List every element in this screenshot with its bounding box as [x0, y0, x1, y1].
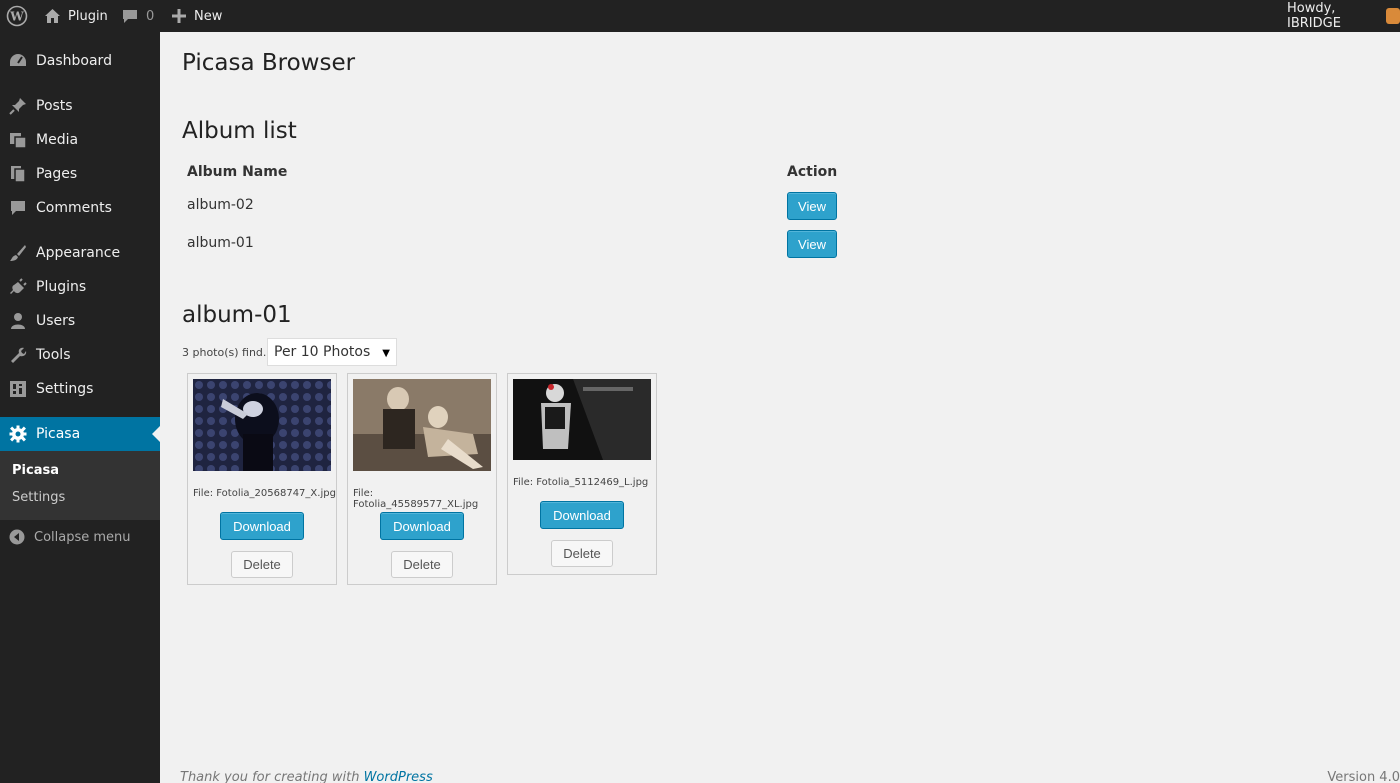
admin-bar: W Plugin 0 New Howdy, IBRIDGE: [0, 0, 1400, 32]
footer-thanks: Thank you for creating with WordPress: [180, 770, 433, 783]
album-list-heading: Album list: [182, 118, 297, 144]
collapse-icon: [0, 529, 34, 545]
user-icon: [0, 312, 36, 330]
home-icon: [44, 8, 61, 24]
wordpress-logo-icon[interactable]: W: [6, 0, 28, 32]
album-name-cell: album-01: [187, 235, 254, 251]
picasa-submenu: Picasa Settings: [0, 451, 160, 520]
column-header-album-name: Album Name: [187, 164, 288, 180]
menu-dashboard[interactable]: Dashboard: [0, 44, 160, 78]
menu-settings[interactable]: Settings: [0, 372, 160, 406]
menu-posts[interactable]: Posts: [0, 89, 160, 123]
download-button[interactable]: Download: [540, 501, 624, 529]
photo-filename: File: Fotolia_5112469_L.jpg: [513, 477, 649, 488]
media-icon: [0, 131, 36, 149]
menu-users[interactable]: Users: [0, 304, 160, 338]
wrench-icon: [0, 346, 36, 364]
photo-count-text: 3 photo(s) find.: [182, 346, 267, 359]
menu-comments[interactable]: Comments: [0, 191, 160, 225]
photo-thumbnail[interactable]: [193, 379, 331, 471]
collapse-menu-button[interactable]: Collapse menu: [0, 525, 160, 549]
new-content-link[interactable]: New: [172, 0, 222, 32]
photo-thumbnail[interactable]: [353, 379, 491, 471]
delete-button[interactable]: Delete: [391, 551, 453, 578]
footer-version: Version 4.0: [1327, 770, 1400, 783]
settings-icon: [0, 380, 36, 398]
view-album-button[interactable]: View: [787, 230, 837, 258]
menu-tools[interactable]: Tools: [0, 338, 160, 372]
comment-icon: [0, 199, 36, 217]
page-title: Picasa Browser: [182, 50, 356, 76]
view-album-button[interactable]: View: [787, 192, 837, 220]
pin-icon: [0, 97, 36, 115]
site-name-link[interactable]: Plugin: [44, 0, 108, 32]
collapse-label: Collapse menu: [34, 529, 131, 545]
howdy-text: Howdy, IBRIDGE: [1287, 1, 1341, 31]
comments-count: 0: [146, 8, 155, 24]
menu-pages[interactable]: Pages: [0, 157, 160, 191]
submenu-picasa[interactable]: Picasa: [12, 463, 59, 478]
menu-plugins[interactable]: Plugins: [0, 270, 160, 304]
download-button[interactable]: Download: [380, 512, 464, 540]
dropdown-arrow-icon: ▼: [382, 348, 390, 359]
download-button[interactable]: Download: [220, 512, 304, 540]
plus-icon: [172, 9, 186, 23]
photo-filename: File: Fotolia_45589577_XL.jpg: [353, 488, 479, 510]
account-link[interactable]: Howdy, IBRIDGE: [1287, 0, 1400, 32]
avatar: [1385, 8, 1400, 24]
svg-text:W: W: [9, 10, 24, 24]
plug-icon: [0, 278, 36, 296]
album-name-cell: album-02: [187, 197, 254, 213]
comment-icon: [122, 9, 138, 24]
brush-icon: [0, 244, 36, 262]
photo-card: File: Fotolia_20568747_X.jpg Download De…: [187, 373, 337, 585]
column-header-action: Action: [787, 164, 838, 180]
per-page-selected: Per 10 Photos: [274, 344, 371, 360]
gear-icon: [0, 425, 36, 443]
photo-card: File: Fotolia_45589577_XL.jpg Download D…: [347, 373, 497, 585]
dashboard-icon: [0, 52, 36, 70]
photo-filename: File: Fotolia_20568747_X.jpg: [193, 488, 336, 499]
delete-button[interactable]: Delete: [231, 551, 293, 578]
admin-menu: Dashboard Posts Media Pages Comments App…: [0, 32, 160, 783]
per-page-select[interactable]: Per 10 Photos ▼: [267, 338, 397, 366]
pages-icon: [0, 165, 36, 183]
comments-link[interactable]: 0: [122, 0, 154, 32]
current-menu-arrow: [152, 426, 160, 442]
delete-button[interactable]: Delete: [551, 540, 613, 567]
new-label: New: [194, 8, 223, 24]
menu-appearance[interactable]: Appearance: [0, 236, 160, 270]
menu-media[interactable]: Media: [0, 123, 160, 157]
current-album-heading: album-01: [182, 302, 292, 328]
menu-picasa[interactable]: Picasa: [0, 417, 160, 451]
photo-card: File: Fotolia_5112469_L.jpg Download Del…: [507, 373, 657, 575]
site-name: Plugin: [68, 8, 108, 24]
wordpress-link[interactable]: WordPress: [364, 770, 433, 783]
submenu-settings[interactable]: Settings: [12, 490, 65, 505]
photo-thumbnail[interactable]: [513, 379, 651, 460]
